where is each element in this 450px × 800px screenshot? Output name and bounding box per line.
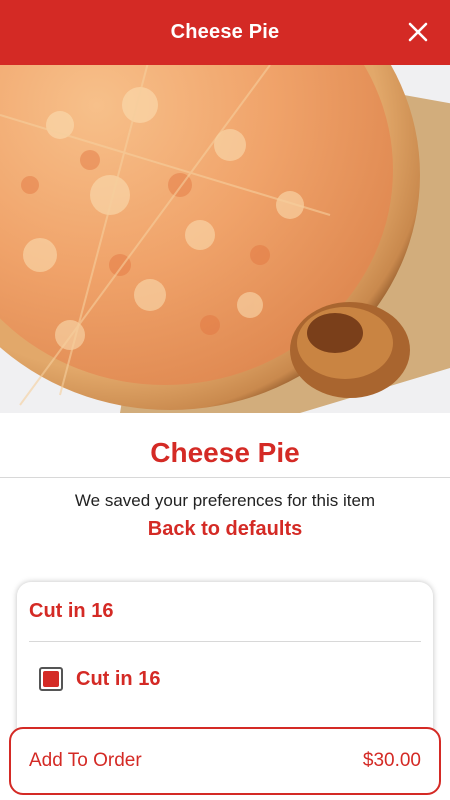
checkbox-checked-icon [43, 671, 59, 687]
back-to-defaults-link[interactable]: Back to defaults [0, 518, 450, 541]
option-item-cut-in-16[interactable]: Cut in 16 [39, 664, 160, 694]
saved-preferences-message: We saved your preferences for this item [74, 491, 376, 510]
header-bar: Cheese Pie [0, 0, 450, 65]
close-icon [408, 22, 428, 42]
option-group-title: Cut in 16 [29, 600, 114, 622]
option-label: Cut in 16 [76, 667, 161, 690]
item-title: Cheese Pie [150, 437, 300, 468]
checkbox[interactable] [39, 667, 63, 691]
header-title: Cheese Pie [170, 21, 280, 43]
title-divider [0, 477, 450, 478]
option-group-divider [29, 641, 421, 642]
add-to-order-button[interactable]: Add To Order $30.00 [9, 727, 441, 795]
close-button[interactable] [404, 18, 432, 46]
item-photo [0, 65, 450, 413]
order-price: $30.00 [362, 750, 421, 771]
add-to-order-label: Add To Order [29, 750, 142, 771]
